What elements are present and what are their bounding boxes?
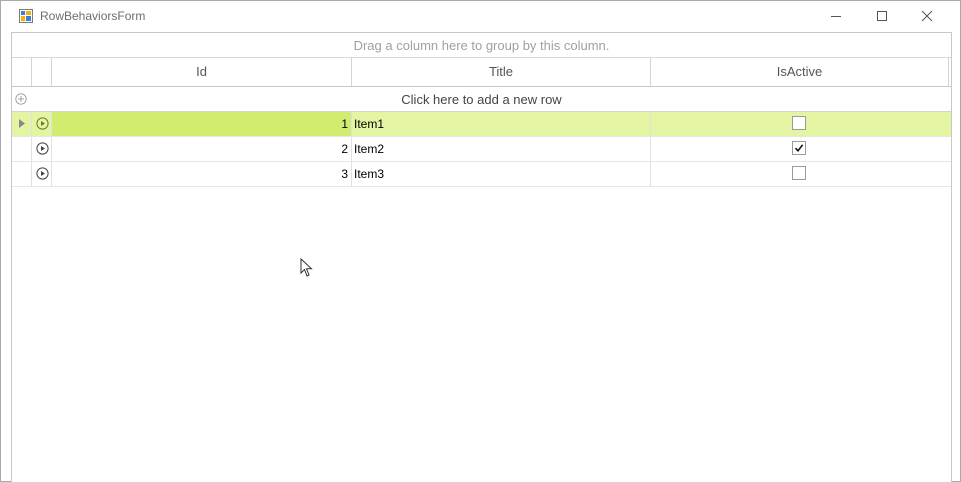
row-behavior-cell[interactable]	[32, 162, 52, 186]
title-bar[interactable]: RowBehaviorsForm	[1, 1, 960, 31]
app-icon	[19, 9, 33, 23]
column-header-label: Id	[196, 64, 207, 79]
table-row[interactable]: 2 Item2	[12, 137, 951, 162]
minimize-button[interactable]	[813, 1, 859, 31]
cell-id[interactable]: 1	[52, 112, 352, 136]
cell-isactive[interactable]	[651, 137, 951, 161]
check-icon	[794, 144, 804, 153]
window-title: RowBehaviorsForm	[40, 9, 146, 23]
cell-title[interactable]: Item1	[352, 112, 651, 136]
cell-id[interactable]: 3	[52, 162, 352, 186]
play-circle-icon	[36, 142, 49, 155]
column-header-label: Title	[488, 64, 514, 79]
row-behavior-cell[interactable]	[32, 112, 52, 136]
close-button[interactable]	[904, 1, 950, 31]
play-circle-icon	[36, 167, 49, 180]
isactive-checkbox[interactable]	[792, 166, 806, 180]
cell-isactive[interactable]	[651, 112, 951, 136]
new-row-text: Click here to add a new row	[401, 92, 562, 107]
group-panel-text: Drag a column here to group by this colu…	[353, 38, 610, 53]
close-icon	[921, 10, 933, 22]
row-indicator-cell[interactable]	[12, 137, 32, 161]
new-row[interactable]: Click here to add a new row	[12, 87, 951, 112]
row-indicator-cell[interactable]	[12, 112, 32, 136]
maximize-icon	[877, 11, 887, 21]
header-indicator-cell	[12, 57, 32, 86]
data-grid: Drag a column here to group by this colu…	[11, 32, 952, 482]
cell-id[interactable]: 2	[52, 137, 352, 161]
window: RowBehaviorsForm Drag a column here to g…	[0, 0, 961, 482]
table-row[interactable]: 1 Item1	[12, 112, 951, 137]
row-indicator-cell[interactable]	[12, 162, 32, 186]
isactive-checkbox-checked[interactable]	[792, 141, 806, 155]
cell-isactive[interactable]	[651, 162, 951, 186]
cell-title[interactable]: Item2	[352, 137, 651, 161]
column-header-id[interactable]: Id	[52, 57, 352, 86]
mouse-cursor-icon	[300, 258, 313, 277]
isactive-checkbox[interactable]	[792, 116, 806, 130]
header-behavior-cell	[32, 57, 52, 86]
maximize-button[interactable]	[859, 1, 905, 31]
column-header-title[interactable]: Title	[352, 57, 651, 86]
current-row-arrow-icon	[19, 119, 25, 128]
play-circle-icon	[36, 117, 49, 130]
minimize-icon	[831, 16, 841, 17]
cell-title[interactable]: Item3	[352, 162, 651, 186]
column-header-isactive[interactable]: IsActive	[651, 57, 949, 86]
table-row[interactable]: 3 Item3	[12, 162, 951, 187]
column-header-label: IsActive	[776, 64, 823, 79]
group-panel[interactable]: Drag a column here to group by this colu…	[12, 33, 951, 58]
column-header-row: Id Title IsActive	[12, 57, 951, 87]
row-behavior-cell[interactable]	[32, 137, 52, 161]
